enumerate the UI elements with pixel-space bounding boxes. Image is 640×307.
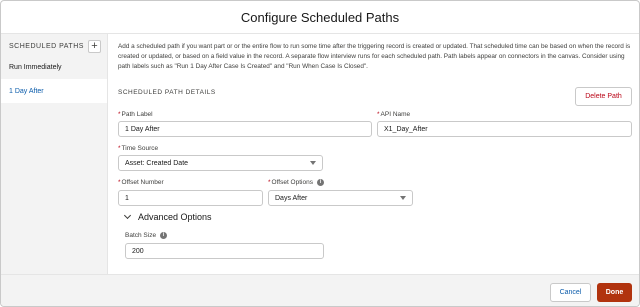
info-icon[interactable]: i — [160, 232, 168, 239]
offset-number-value: 1 — [125, 194, 129, 202]
api-name-value: X1_Day_After — [384, 125, 428, 133]
done-button[interactable]: Done — [597, 283, 632, 302]
offset-options-text: Offset Options — [271, 179, 313, 186]
delete-path-button[interactable]: Delete Path — [575, 87, 632, 106]
batch-size-text: Batch Size — [125, 232, 157, 239]
offset-options-label: * Offset Options i — [268, 179, 324, 186]
api-name-text: API Name — [380, 111, 411, 118]
path-details-panel: Add a scheduled path if you want part or… — [109, 34, 639, 274]
path-label-label: * Path Label — [118, 111, 153, 118]
required-marker: * — [377, 111, 380, 118]
modal-title: Configure Scheduled Paths — [240, 9, 400, 25]
chevron-down-icon — [400, 196, 406, 200]
sidebar-title: SCHEDULED PATHS — [9, 43, 84, 50]
info-icon[interactable]: i — [316, 179, 324, 186]
chevron-down-icon — [123, 211, 132, 220]
advanced-options-label: Advanced Options — [138, 212, 212, 222]
modal-header: Configure Scheduled Paths — [1, 1, 639, 34]
offset-number-label: * Offset Number — [118, 179, 164, 186]
time-source-text: Time Source — [121, 145, 159, 152]
required-marker: * — [118, 145, 121, 152]
path-label-text: Path Label — [121, 111, 153, 118]
path-label-value: 1 Day After — [125, 125, 160, 133]
api-name-input[interactable]: X1_Day_After — [377, 121, 632, 137]
time-source-select[interactable]: Asset: Created Date — [118, 155, 323, 171]
sidebar-header: SCHEDULED PATHS + — [9, 40, 101, 53]
required-marker: * — [118, 111, 121, 118]
chevron-down-icon — [310, 161, 316, 165]
sidebar-item-1-day-after[interactable]: 1 Day After — [1, 79, 107, 103]
description-text: Add a scheduled path if you want part or… — [118, 43, 631, 70]
add-path-button[interactable]: + — [87, 40, 101, 53]
batch-size-label: Batch Size i — [125, 232, 168, 239]
offset-options-value: Days After — [275, 194, 308, 202]
sidebar-item-label: 1 Day After — [9, 87, 44, 95]
api-name-label: * API Name — [377, 111, 410, 118]
sidebar-item-label: Run Immediately — [9, 63, 62, 71]
path-label-input[interactable]: 1 Day After — [118, 121, 372, 137]
modal-footer: Cancel Done — [1, 274, 639, 306]
scheduled-paths-sidebar: SCHEDULED PATHS + Run Immediately 1 Day … — [1, 34, 108, 274]
section-title: SCHEDULED PATH DETAILS — [118, 89, 216, 96]
cancel-button[interactable]: Cancel — [550, 283, 591, 302]
plus-icon: + — [91, 40, 98, 52]
required-marker: * — [268, 179, 271, 186]
configure-scheduled-paths-modal: Configure Scheduled Paths SCHEDULED PATH… — [0, 0, 640, 307]
advanced-options-toggle[interactable]: Advanced Options — [123, 211, 212, 222]
offset-number-input[interactable]: 1 — [118, 190, 263, 206]
required-marker: * — [118, 179, 121, 186]
batch-size-input[interactable]: 200 — [125, 243, 324, 259]
time-source-value: Asset: Created Date — [125, 159, 189, 167]
offset-options-select[interactable]: Days After — [268, 190, 413, 206]
offset-number-text: Offset Number — [121, 179, 164, 186]
sidebar-item-run-immediately[interactable]: Run Immediately — [1, 55, 107, 79]
time-source-label: * Time Source — [118, 145, 158, 152]
batch-size-value: 200 — [132, 247, 144, 255]
